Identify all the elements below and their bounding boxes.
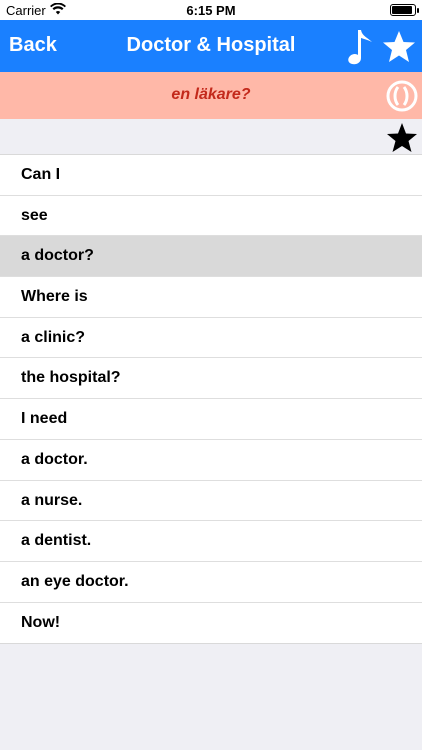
battery-icon <box>390 4 419 16</box>
list-item-label: a nurse. <box>21 491 83 509</box>
translation-text: en läkare? <box>171 86 251 103</box>
list-item[interactable]: a doctor? <box>0 236 422 278</box>
list-item-label: the hospital? <box>21 369 121 387</box>
status-bar: Carrier 6:15 PM <box>0 0 422 20</box>
favorite-star-icon[interactable] <box>386 122 418 154</box>
list-item[interactable]: I need <box>0 399 422 440</box>
list-item-label: Now! <box>21 613 61 631</box>
list-item[interactable]: see <box>0 195 422 237</box>
list-item-label: see <box>21 206 48 224</box>
music-note-icon[interactable] <box>346 28 376 66</box>
translation-banner: en läkare? <box>0 72 422 119</box>
list-item[interactable]: an eye doctor. <box>0 561 422 603</box>
phrase-list: Can I see a doctor? Where is a clinic? the ho… <box>0 154 422 645</box>
favorite-bar <box>0 119 422 154</box>
list-item[interactable]: a doctor. <box>0 439 422 481</box>
list-item-label: Can I <box>21 166 61 183</box>
list-item[interactable]: Can I <box>0 155 422 196</box>
list-item[interactable]: the hospital? <box>0 358 422 400</box>
speak-icon[interactable] <box>386 80 418 112</box>
list-item-label: a dentist. <box>21 532 92 550</box>
status-time: 6:15 PM <box>186 3 236 18</box>
list-item[interactable]: Now! <box>0 602 422 644</box>
list-item-label: a clinic? <box>21 328 86 346</box>
list-item[interactable]: a dentist. <box>0 521 422 562</box>
list-item-label: a doctor. <box>21 450 88 468</box>
star-icon[interactable] <box>382 30 416 64</box>
list-item-label: a doctor? <box>21 247 94 265</box>
list-item-label: an eye doctor. <box>21 572 129 590</box>
navigation-bar: Back Doctor & Hospital <box>0 20 422 72</box>
list-item-label: Where is <box>21 288 88 306</box>
list-item[interactable]: a nurse. <box>0 480 422 522</box>
list-item-label: I need <box>21 410 68 428</box>
list-item[interactable]: Where is <box>0 277 422 318</box>
list-item[interactable]: a clinic? <box>0 317 422 359</box>
